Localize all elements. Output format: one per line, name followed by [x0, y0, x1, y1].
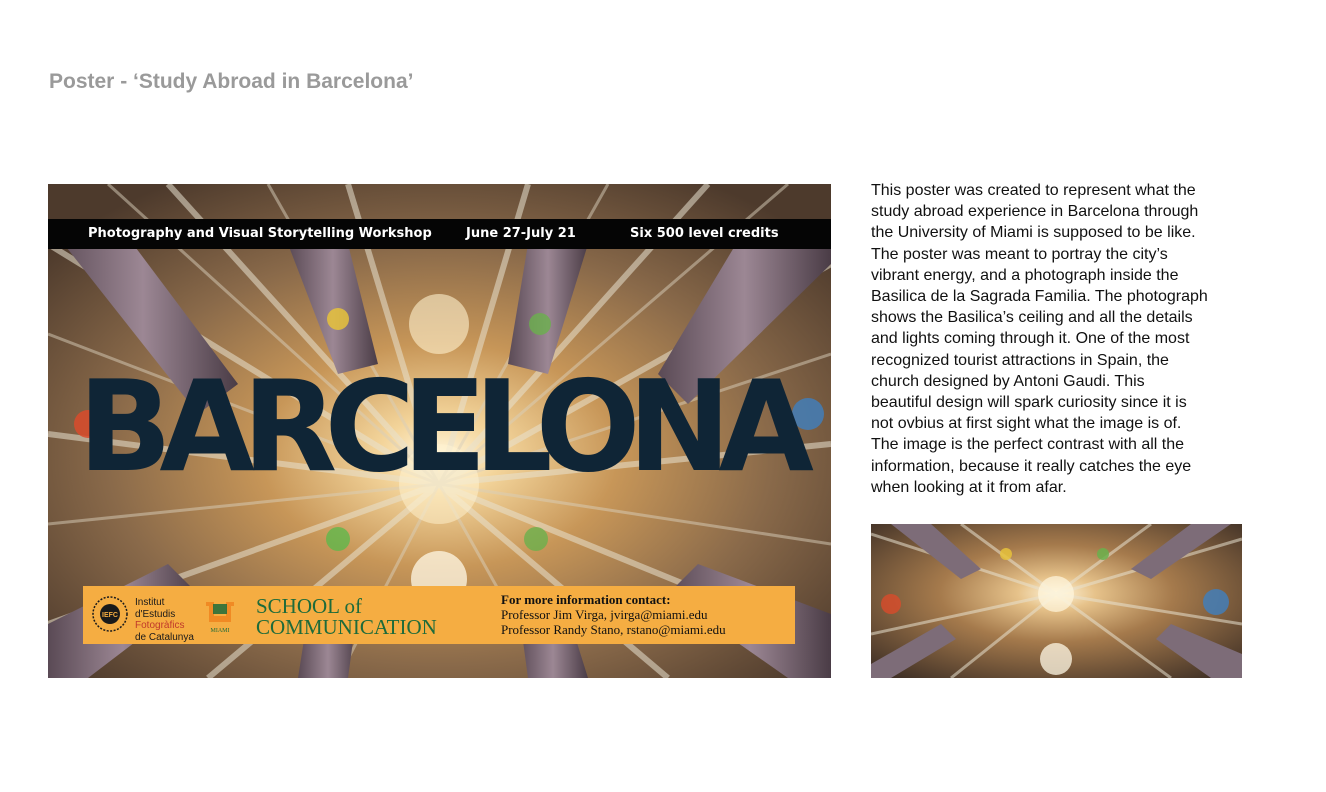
- thumbnail-image: [871, 524, 1242, 678]
- iefc-seal-logo: IEFC: [92, 596, 128, 632]
- iefc-name-line-2: d'Estudis: [135, 608, 176, 620]
- contact-heading: For more information contact:: [501, 592, 671, 607]
- description-line: information, because it really catches t…: [871, 457, 1192, 475]
- poster: Photography and Visual Storytelling Work…: [48, 184, 831, 678]
- iefc-seal-text: IEFC: [102, 612, 118, 619]
- page: Poster - ‘Study Abroad in Barcelona’ Pho…: [0, 0, 1326, 792]
- description-line: church designed by Antoni Gaudi. This: [871, 372, 1145, 390]
- school-of-communication: SCHOOL of COMMUNICATION: [256, 596, 437, 638]
- description-line: The image is the perfect contrast with a…: [871, 436, 1185, 454]
- contact-line-1: Professor Jim Virga, jvirga@miami.edu: [501, 607, 708, 622]
- page-title: Poster - ‘Study Abroad in Barcelona’: [49, 70, 414, 93]
- poster-top-bar: Photography and Visual Storytelling Work…: [48, 219, 831, 249]
- workshop-dates: June 27-July 21: [466, 226, 576, 241]
- description-line: not ovbius at first sight what the image…: [871, 415, 1182, 433]
- contact-info: For more information contact: Professor …: [501, 592, 726, 637]
- iefc-name-line-4: de Catalunya: [135, 631, 194, 643]
- contact-line-2: Professor Randy Stano, rstano@miami.edu: [501, 622, 726, 637]
- um-logo-text: MIAMI: [211, 628, 230, 634]
- description-line: the University of Miami is supposed to b…: [871, 224, 1196, 242]
- description-line: when looking at it from afar.: [871, 478, 1067, 496]
- ceiling-thumbnail-photo: [871, 524, 1242, 678]
- description-line: shows the Basilica’s ceiling and all the…: [871, 309, 1193, 327]
- university-of-miami-logo: MIAMI: [206, 602, 234, 634]
- description-line: and lights coming through it. One of the…: [871, 330, 1190, 348]
- workshop-title: Photography and Visual Storytelling Work…: [88, 226, 432, 241]
- description-line: The poster was meant to portray the city…: [871, 245, 1168, 263]
- iefc-name: Institut d'Estudis Fotogràfics de Catalu…: [135, 597, 194, 643]
- description-line: beautiful design will spark curiosity si…: [871, 394, 1187, 412]
- school-line-1: SCHOOL of: [256, 594, 362, 618]
- description-line: vibrant energy, and a photograph inside …: [871, 266, 1179, 284]
- iefc-name-line-1: Institut: [135, 597, 165, 608]
- description-line: Basilica de la Sagrada Familia. The phot…: [871, 288, 1208, 306]
- poster-headline: BARCELONA: [78, 353, 814, 500]
- poster-bottom-bar: IEFC Institut d'Estudis Fotogràfics de C…: [83, 586, 795, 644]
- workshop-credits: Six 500 level credits: [630, 226, 779, 241]
- description-line: This poster was created to represent wha…: [871, 182, 1196, 199]
- iefc-name-line-3: Fotogràfics: [135, 620, 185, 631]
- school-line-2: COMMUNICATION: [256, 615, 437, 639]
- description-line: recognized tourist attractions in Spain,…: [871, 351, 1169, 369]
- description-line: study abroad experience in Barcelona thr…: [871, 203, 1199, 221]
- poster-description: This poster was created to represent wha…: [871, 180, 1251, 498]
